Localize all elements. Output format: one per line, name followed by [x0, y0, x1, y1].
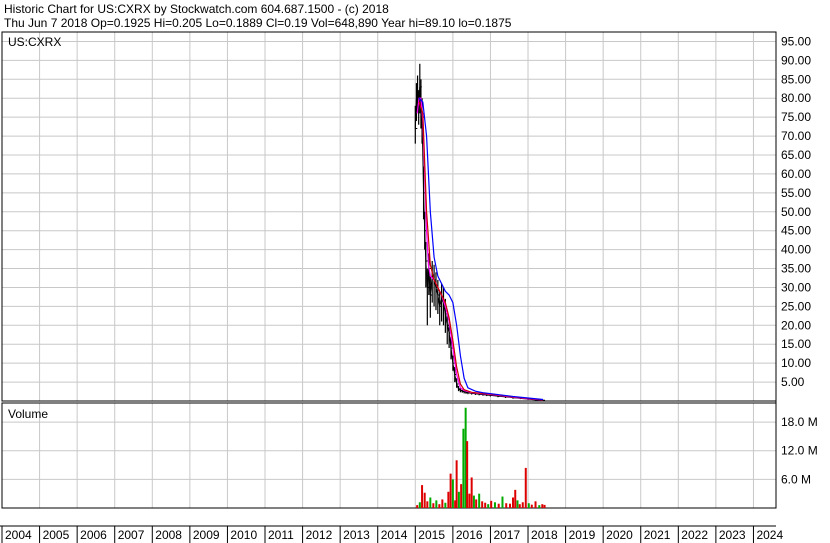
ma-long-line: [418, 97, 544, 401]
price-tick-label: 60.00: [781, 167, 811, 181]
price-axis-ticks: 95.00 90.00 85.00 80.00 75.00 70.00 65.00 60.00…: [781, 34, 811, 389]
price-ohlc: [414, 63, 546, 401]
year-tick-label: 2012: [306, 528, 333, 542]
year-axis: 2004 2005 2006 2007 2008 2009 2010 2011 2012 2013…: [0, 525, 783, 543]
year-tick-label: 2019: [569, 528, 596, 542]
year-tick-label: 2013: [343, 528, 370, 542]
ma-mid-line: [418, 101, 544, 401]
volume-panel-title: Volume: [8, 407, 48, 421]
price-tick-label: 80.00: [781, 91, 811, 105]
year-tick-label: 2011: [268, 528, 294, 542]
price-tick-label: 40.00: [781, 243, 811, 257]
price-tick-label: 75.00: [781, 110, 811, 124]
year-tick-label: 2006: [80, 528, 107, 542]
volume-grid: [2, 421, 776, 480]
volume-bars: [416, 407, 546, 508]
year-tick-label: 2015: [418, 528, 445, 542]
price-line: [414, 86, 544, 401]
price-tick-label: 20.00: [781, 318, 811, 332]
price-tick-label: 65.00: [781, 148, 811, 162]
price-panel: [1, 31, 777, 402]
year-tick-label: 2020: [606, 528, 633, 542]
price-grid: [2, 40, 776, 383]
stock-chart: US:CXRX Volume 95.00 90.00 85.00 80.00 75.00…: [0, 31, 818, 543]
volume-tick-label: 6.0 M: [781, 472, 811, 486]
price-tick-label: 90.00: [781, 53, 811, 67]
year-tick-label: 2014: [381, 528, 408, 542]
volume-tick-label: 18.0 M: [781, 415, 818, 429]
year-tick-label: 2010: [230, 528, 257, 542]
year-tick-label: 2021: [644, 528, 671, 542]
price-panel-title: US:CXRX: [8, 35, 61, 49]
year-tick-label: 2024: [756, 528, 783, 542]
price-tick-label: 10.00: [781, 356, 811, 370]
volume-tick-label: 12.0 M: [781, 444, 818, 458]
price-tick-label: 85.00: [781, 72, 811, 86]
price-tick-label: 5.00: [781, 375, 805, 389]
year-tick-label: 2016: [456, 528, 483, 542]
volume-panel: [1, 402, 777, 509]
volume-axis-ticks: 18.0 M 12.0 M 6.0 M: [781, 415, 818, 486]
price-tick-label: 70.00: [781, 129, 811, 143]
year-tick-label: 2005: [43, 528, 70, 542]
price-tick-label: 15.00: [781, 337, 811, 351]
year-tick-label: 2008: [155, 528, 182, 542]
year-tick-label: 2023: [719, 528, 746, 542]
year-tick-label: 2022: [681, 528, 708, 542]
price-tick-label: 35.00: [781, 262, 811, 276]
year-tick-label: 2004: [5, 528, 32, 542]
year-tick-label: 2018: [531, 528, 558, 542]
price-tick-label: 25.00: [781, 299, 811, 313]
price-tick-label: 45.00: [781, 224, 811, 238]
price-tick-label: 50.00: [781, 205, 811, 219]
year-tick-label: 2007: [118, 528, 145, 542]
x-grid: [1, 32, 754, 508]
price-tick-label: 30.00: [781, 280, 811, 294]
price-tick-label: 55.00: [781, 186, 811, 200]
price-tick-label: 95.00: [781, 34, 811, 48]
year-tick-label: 2017: [493, 528, 520, 542]
year-tick-label: 2009: [193, 528, 220, 542]
